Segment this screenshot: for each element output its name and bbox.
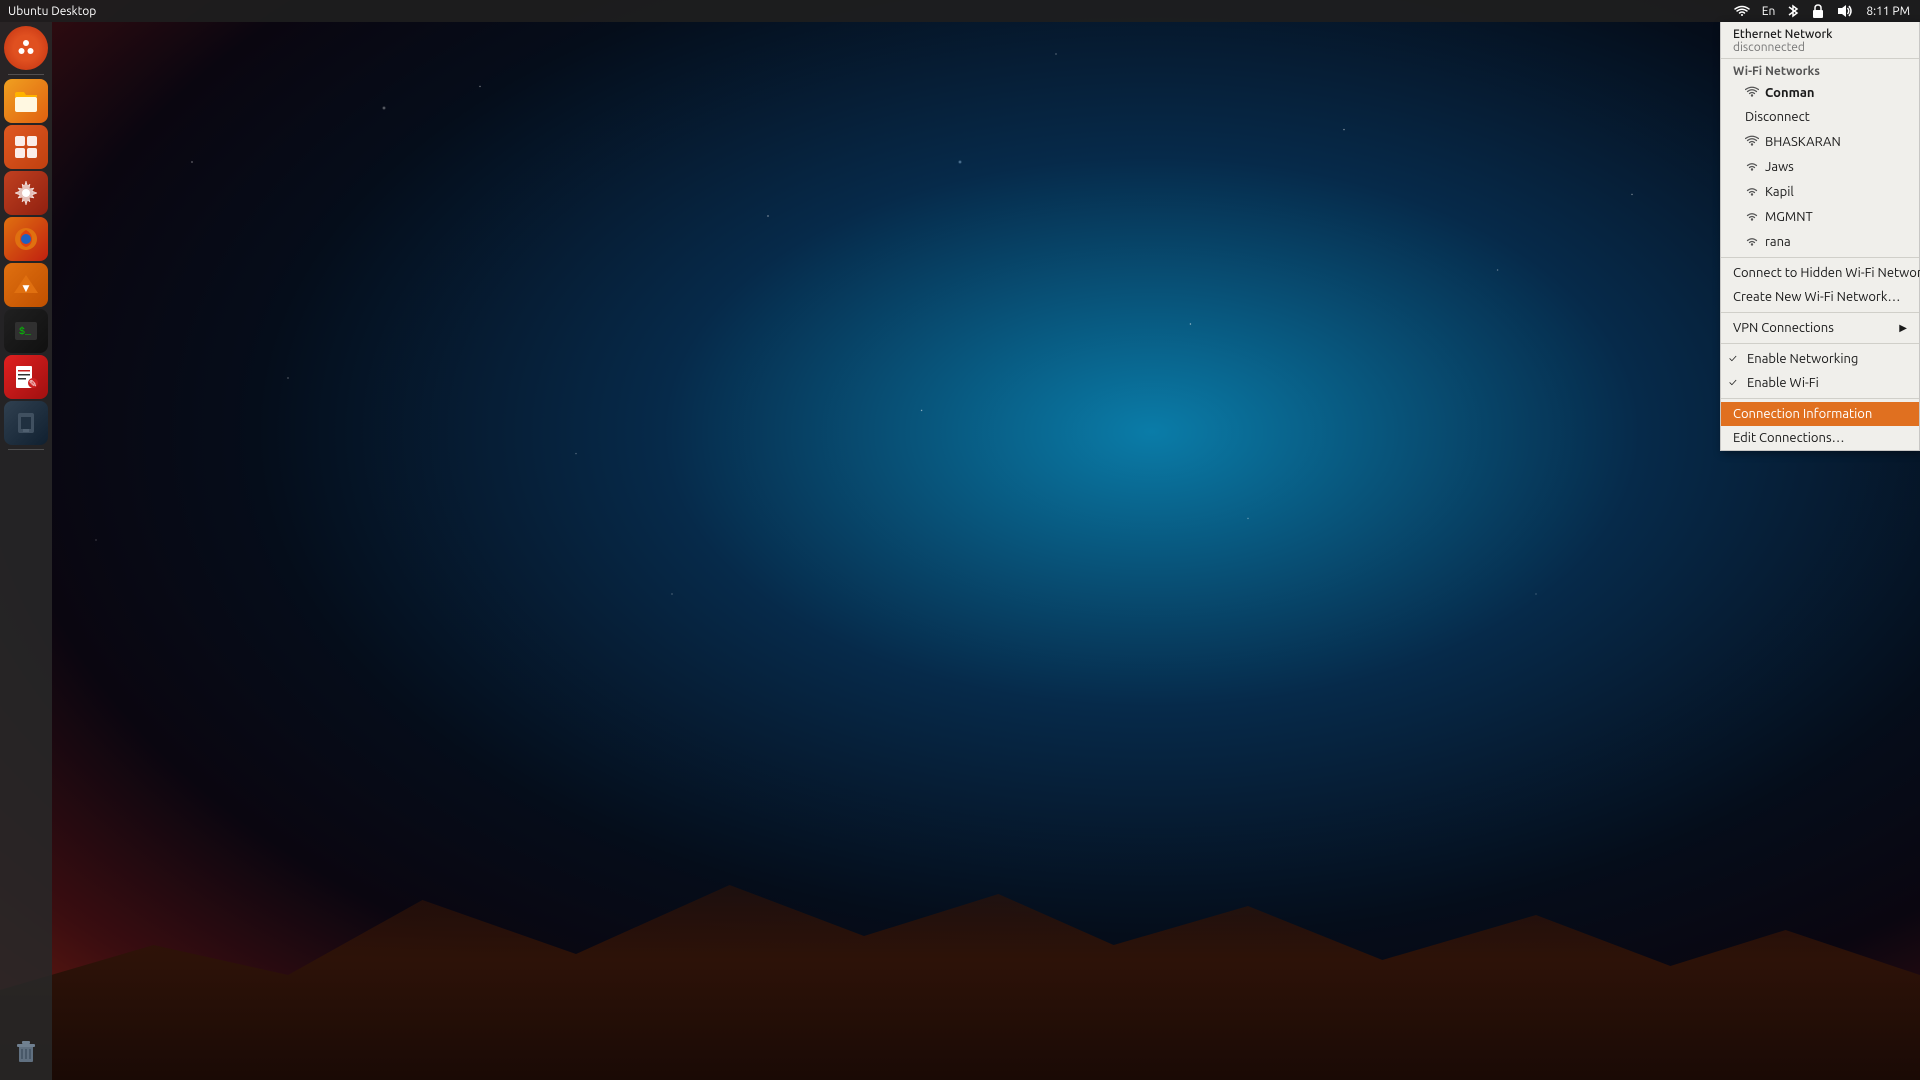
wifi-icon-rana <box>1745 234 1759 249</box>
wifi-network-conman[interactable]: Conman <box>1721 80 1919 105</box>
sidebar-item-vlc[interactable]: ▼ <box>4 263 48 307</box>
launcher-sidebar: ▼ $_ ✎ <box>0 22 52 1080</box>
wifi-section-header: Wi-Fi Networks <box>1721 59 1919 80</box>
sidebar-item-app-center[interactable] <box>4 125 48 169</box>
lock-icon[interactable] <box>1806 0 1830 22</box>
ethernet-title: Ethernet Network <box>1733 28 1907 41</box>
wifi-icon-jaws <box>1745 159 1759 174</box>
sidebar-divider-top <box>8 74 44 75</box>
keyboard-indicator[interactable]: En <box>1757 0 1781 22</box>
vpn-connections-button[interactable]: VPN Connections ▶ <box>1721 316 1919 340</box>
wifi-network-bhaskaran[interactable]: BHASKARAN <box>1721 129 1919 154</box>
enable-wifi-check: ✓ <box>1729 377 1741 389</box>
network-dropdown-menu: Ethernet Network disconnected Wi-Fi Netw… <box>1720 22 1920 451</box>
ethernet-section: Ethernet Network disconnected <box>1721 22 1919 59</box>
ethernet-status: disconnected <box>1733 41 1907 54</box>
volume-icon[interactable] <box>1832 0 1858 22</box>
connected-network-name: Conman <box>1765 86 1815 100</box>
svg-text:▼: ▼ <box>23 283 30 293</box>
disconnect-button[interactable]: Disconnect <box>1721 105 1919 129</box>
enable-networking-label: Enable Networking <box>1747 352 1858 366</box>
sidebar-item-firefox[interactable] <box>4 217 48 261</box>
top-panel: Ubuntu Desktop En <box>0 0 1920 22</box>
disconnect-label: Disconnect <box>1745 110 1810 124</box>
network-name-mgmnt: MGMNT <box>1765 210 1813 224</box>
wifi-signal-icon-conman <box>1745 85 1759 100</box>
panel-time: 8:11 PM <box>1860 5 1916 18</box>
create-new-wifi-button[interactable]: Create New Wi-Fi Network… <box>1721 285 1919 309</box>
sidebar-item-ubuntu-home[interactable] <box>4 26 48 70</box>
panel-right-icons: En 8:11 PM <box>1729 0 1920 22</box>
network-name-bhaskaran: BHASKARAN <box>1765 135 1841 149</box>
menu-separator-4 <box>1721 398 1919 399</box>
sidebar-item-usb-creator[interactable] <box>4 401 48 445</box>
connection-information-button[interactable]: Connection Information <box>1721 402 1919 426</box>
vpn-submenu-arrow: ▶ <box>1899 322 1907 334</box>
connection-information-label: Connection Information <box>1733 407 1872 421</box>
sidebar-item-files[interactable] <box>4 79 48 123</box>
enable-networking-check: ✓ <box>1729 353 1741 365</box>
sidebar-item-trash[interactable] <box>4 1028 48 1072</box>
svg-text:✎: ✎ <box>29 378 37 389</box>
svg-text:$_: $_ <box>19 326 32 338</box>
enable-wifi-label: Enable Wi-Fi <box>1747 376 1819 390</box>
wifi-network-kapil[interactable]: Kapil <box>1721 179 1919 204</box>
menu-separator-3 <box>1721 343 1919 344</box>
wifi-network-rana[interactable]: rana <box>1721 229 1919 254</box>
wifi-icon-mgmnt <box>1745 209 1759 224</box>
sidebar-item-zim[interactable]: ✎ <box>4 355 48 399</box>
create-new-wifi-label: Create New Wi-Fi Network… <box>1733 290 1900 304</box>
sidebar-divider-bottom <box>8 449 44 450</box>
enable-networking-toggle[interactable]: ✓ Enable Networking <box>1721 347 1919 371</box>
wifi-panel-icon[interactable] <box>1729 0 1755 22</box>
network-name-kapil: Kapil <box>1765 185 1794 199</box>
network-name-rana: rana <box>1765 235 1791 249</box>
connect-hidden-wifi-label: Connect to Hidden Wi-Fi Network… <box>1733 266 1920 280</box>
edit-connections-button[interactable]: Edit Connections… <box>1721 426 1919 450</box>
wifi-icon-kapil <box>1745 184 1759 199</box>
edit-connections-label: Edit Connections… <box>1733 431 1845 445</box>
connect-hidden-wifi-button[interactable]: Connect to Hidden Wi-Fi Network… <box>1721 261 1919 285</box>
sidebar-item-settings[interactable] <box>4 171 48 215</box>
wifi-network-jaws[interactable]: Jaws <box>1721 154 1919 179</box>
vpn-connections-label: VPN Connections <box>1733 321 1834 335</box>
enable-wifi-toggle[interactable]: ✓ Enable Wi-Fi <box>1721 371 1919 395</box>
panel-title: Ubuntu Desktop <box>0 5 96 18</box>
bluetooth-icon[interactable] <box>1782 0 1804 22</box>
menu-separator-2 <box>1721 312 1919 313</box>
wifi-network-mgmnt[interactable]: MGMNT <box>1721 204 1919 229</box>
network-name-jaws: Jaws <box>1765 160 1794 174</box>
menu-separator-1 <box>1721 257 1919 258</box>
sidebar-item-terminal[interactable]: $_ <box>4 309 48 353</box>
wifi-icon-bhaskaran <box>1745 134 1759 149</box>
